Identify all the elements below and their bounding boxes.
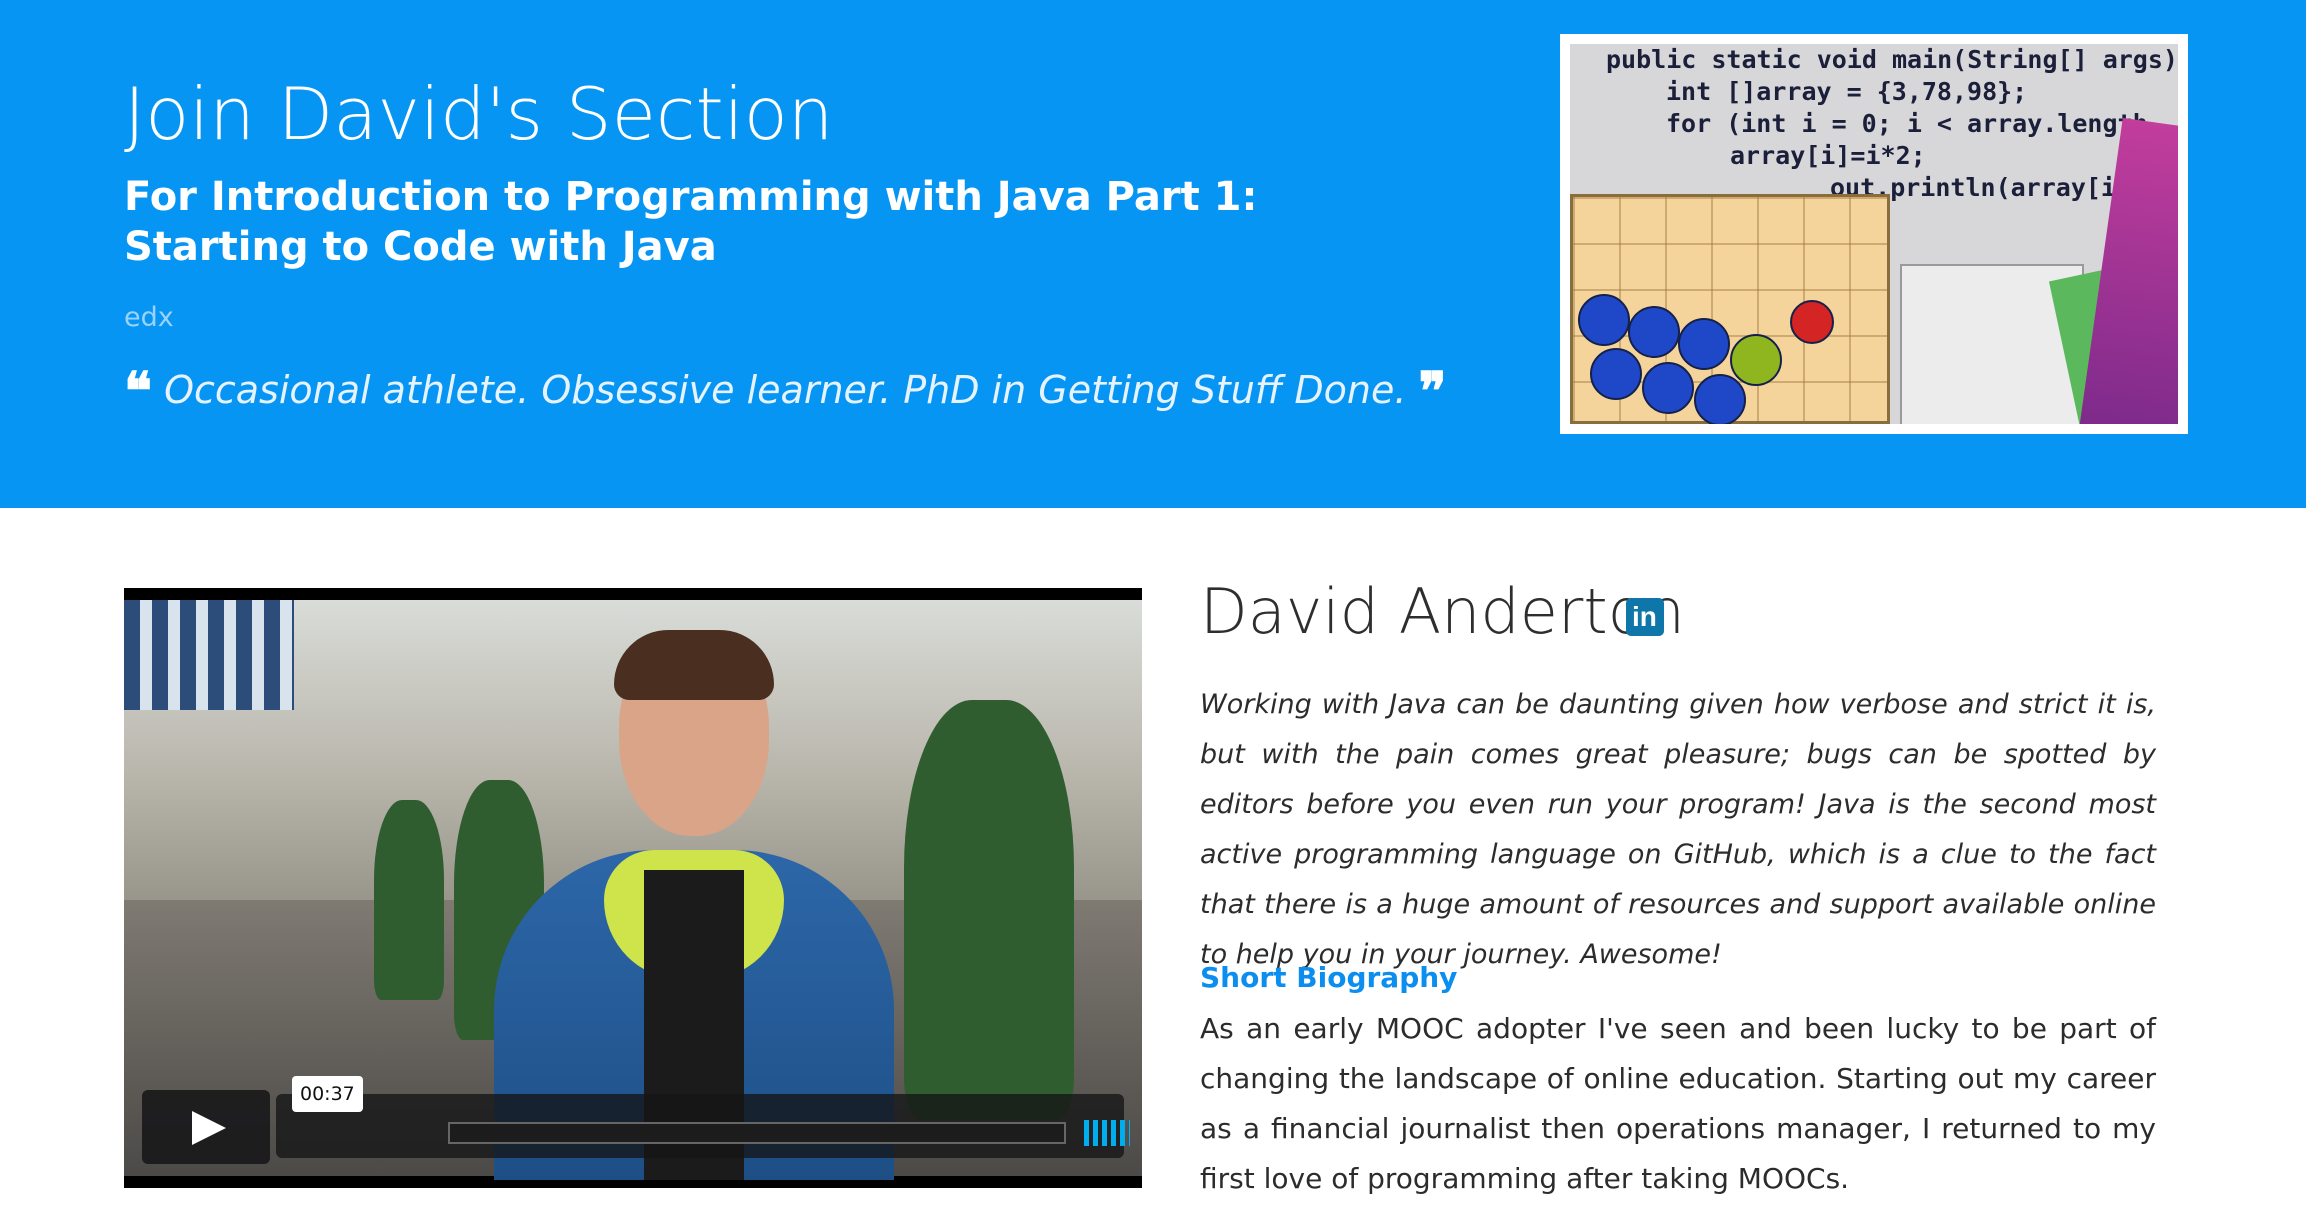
video-player[interactable]: HD 00:37 <box>124 588 1142 1188</box>
bio-heading: Short Biography <box>1200 961 1458 994</box>
ball-shape <box>1790 300 1834 344</box>
tagline-text: Occasional athlete. Obsessive learner. P… <box>164 368 1407 412</box>
video-controls: HD 00:37 <box>142 1076 1130 1164</box>
play-button[interactable] <box>142 1090 270 1164</box>
ball-shape <box>1578 294 1630 346</box>
close-quote-icon: ❞ <box>1418 361 1447 422</box>
volume-icon[interactable] <box>1084 1120 1130 1146</box>
organization-label: edx <box>124 302 174 333</box>
linkedin-label: in <box>1632 601 1657 632</box>
page-title: Join David's Section <box>124 72 834 156</box>
open-quote-icon: ❝ <box>124 361 152 422</box>
ball-shape <box>1678 318 1730 370</box>
video-scene-tree <box>374 800 444 1000</box>
control-bar: HD <box>276 1094 1130 1158</box>
course-thumbnail-image: public static void main(String[] args) i… <box>1570 44 2178 424</box>
code-line-1: public static void main(String[] args) <box>1606 45 2178 74</box>
tagline-quote: ❝ Occasional athlete. Obsessive learner.… <box>124 361 1447 422</box>
course-thumbnail: public static void main(String[] args) i… <box>1560 34 2188 434</box>
video-person-hair <box>614 630 774 700</box>
code-line-2: int []array = {3,78,98}; <box>1666 77 2028 106</box>
bio-text: As an early MOOC adopter I've seen and b… <box>1200 1012 2156 1195</box>
instructor-name: David Anderton <box>1200 575 1685 648</box>
code-line-4: array[i]=i*2; <box>1730 141 1926 170</box>
instructor-intro: Working with Java can be daunting given … <box>1200 689 2156 970</box>
ball-shape <box>1730 334 1782 386</box>
video-scene-awning <box>124 600 294 710</box>
course-subtitle: For Introduction to Programming with Jav… <box>124 174 1258 270</box>
linkedin-icon[interactable]: in <box>1626 598 1664 636</box>
ball-shape <box>1694 374 1746 424</box>
ball-shape <box>1590 348 1642 400</box>
video-scene-tree <box>904 700 1074 1120</box>
hero-banner: Join David's Section For Introduction to… <box>0 0 2306 508</box>
code-line-3: for (int i = 0; i < array.length <box>1666 109 2148 138</box>
progress-bar[interactable] <box>448 1122 1066 1144</box>
ball-shape <box>1642 362 1694 414</box>
ball-shape <box>1628 306 1680 358</box>
timecode-tooltip: 00:37 <box>292 1076 363 1112</box>
